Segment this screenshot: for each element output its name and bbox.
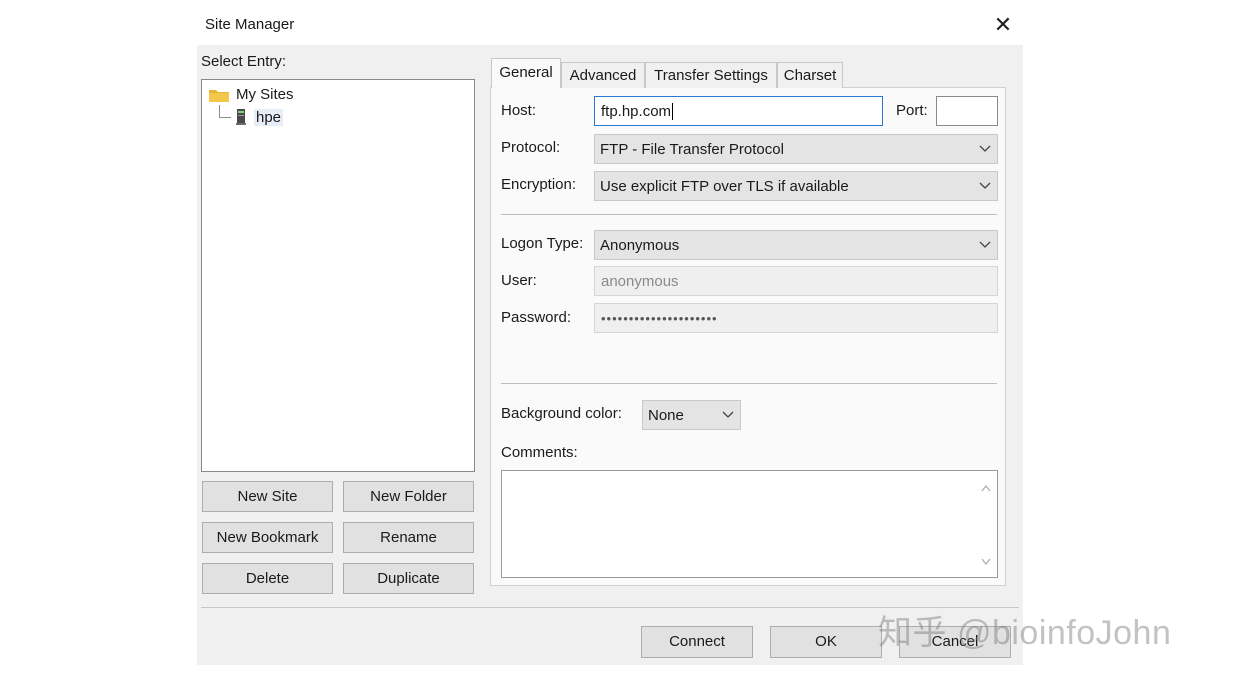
new-site-button[interactable]: New Site [202, 481, 333, 512]
text-cursor [672, 102, 674, 120]
protocol-label: Protocol: [501, 139, 561, 156]
rename-button[interactable]: Rename [343, 522, 474, 553]
chevron-down-icon [722, 401, 734, 429]
close-icon[interactable]: ✕ [988, 10, 1018, 40]
password-input[interactable]: ••••••••••••••••••••• [594, 303, 998, 333]
connect-button[interactable]: Connect [641, 626, 753, 658]
watermark: 知乎 @bioinfoJohn [878, 614, 1172, 652]
new-bookmark-button[interactable]: New Bookmark [202, 522, 333, 553]
user-input[interactable]: anonymous [594, 266, 998, 296]
ok-button[interactable]: OK [770, 626, 882, 658]
logon-type-select[interactable]: Anonymous [594, 230, 998, 260]
tree-item-label: My Sites [236, 86, 294, 103]
tab-charset[interactable]: Charset [777, 62, 843, 88]
tree-item-my-sites[interactable]: My Sites [208, 86, 294, 103]
tree-connector [219, 117, 231, 118]
tab-transfer-settings[interactable]: Transfer Settings [645, 62, 777, 88]
background-color-label: Background color: [501, 405, 622, 422]
tab-advanced[interactable]: Advanced [561, 62, 645, 88]
title-bar [197, 5, 1023, 45]
background-color-select[interactable]: None [642, 400, 741, 430]
logon-type-value: Anonymous [600, 236, 680, 254]
tree-item-label: hpe [254, 108, 284, 126]
chevron-down-icon [979, 172, 991, 200]
scroll-down-icon[interactable] [981, 552, 991, 569]
chevron-down-icon [979, 231, 991, 259]
encryption-label: Encryption: [501, 176, 577, 193]
tree-item-hpe[interactable]: hpe [234, 108, 284, 126]
new-folder-button[interactable]: New Folder [343, 481, 474, 512]
comments-textarea[interactable] [501, 470, 998, 578]
protocol-select[interactable]: FTP - File Transfer Protocol [594, 134, 998, 164]
host-input[interactable]: ftp.hp.com [594, 96, 883, 126]
tree-connector [219, 105, 220, 117]
password-label: Password: [501, 309, 572, 326]
host-value: ftp.hp.com [601, 102, 672, 120]
host-label: Host: [501, 102, 537, 119]
comments-label: Comments: [501, 444, 578, 461]
scroll-up-icon[interactable] [981, 479, 991, 496]
user-label: User: [501, 272, 537, 289]
window-title: Site Manager [205, 16, 295, 33]
site-tree[interactable]: My Sites hpe [201, 79, 475, 472]
server-icon [236, 109, 246, 125]
divider [501, 214, 997, 215]
select-entry-label: Select Entry: [201, 53, 287, 70]
background-color-value: None [648, 406, 684, 424]
delete-button[interactable]: Delete [202, 563, 333, 594]
encryption-value: Use explicit FTP over TLS if available [600, 177, 849, 195]
port-input[interactable] [936, 96, 998, 126]
folder-icon [209, 89, 229, 102]
logon-type-label: Logon Type: [501, 235, 584, 252]
chevron-down-icon [979, 135, 991, 163]
protocol-value: FTP - File Transfer Protocol [600, 140, 784, 158]
divider [501, 383, 997, 384]
tab-general[interactable]: General [491, 58, 561, 88]
duplicate-button[interactable]: Duplicate [343, 563, 474, 594]
encryption-select[interactable]: Use explicit FTP over TLS if available [594, 171, 998, 201]
port-label: Port: [896, 102, 928, 119]
